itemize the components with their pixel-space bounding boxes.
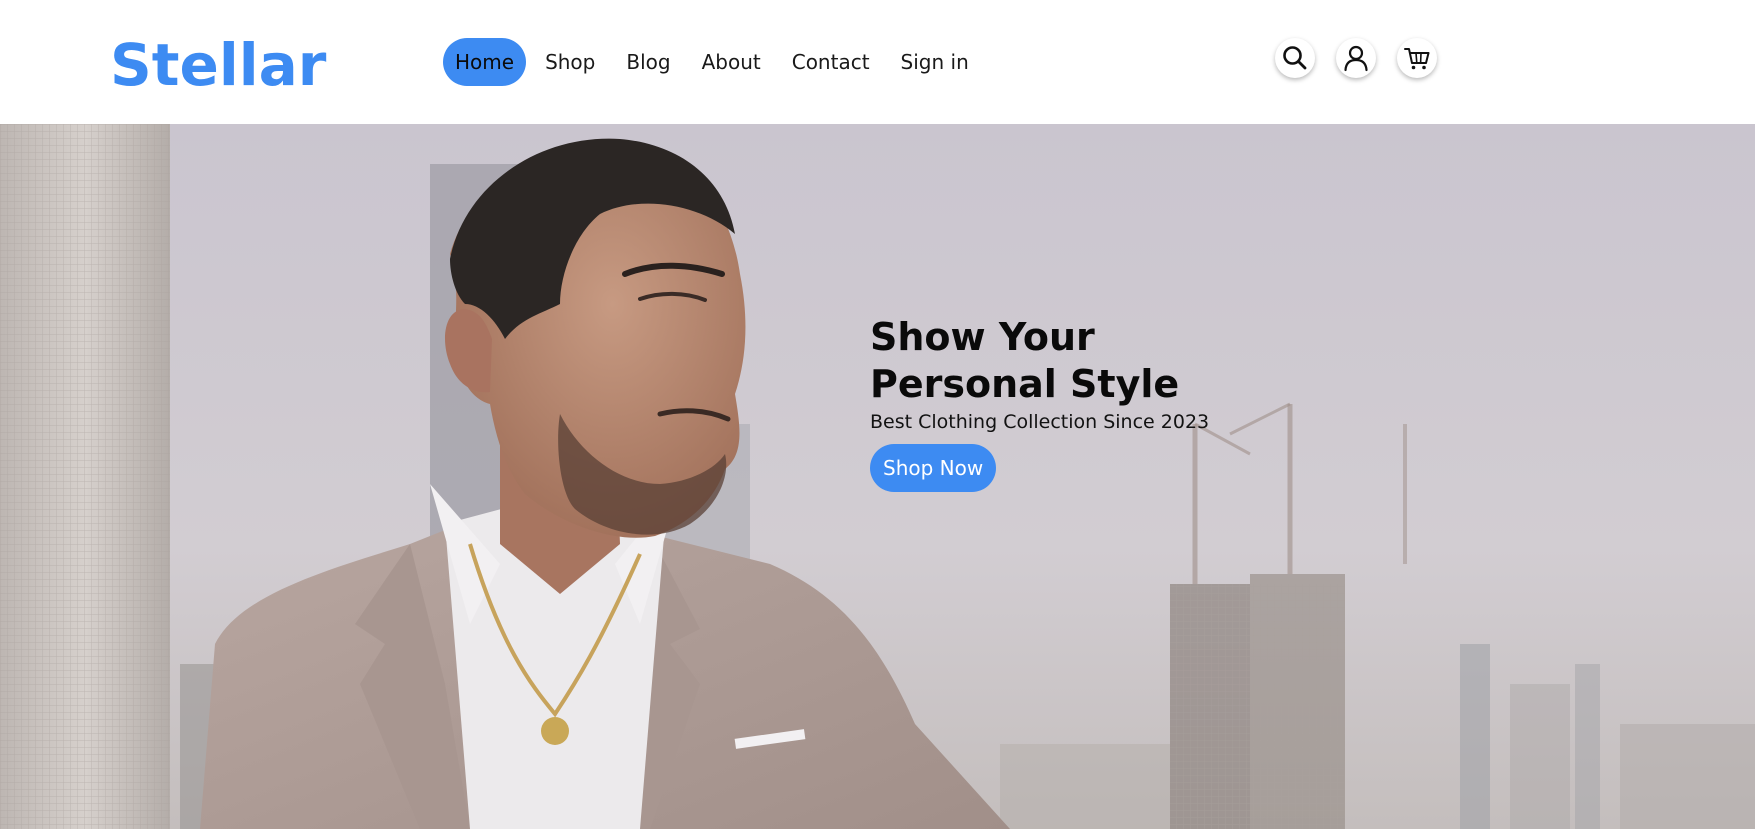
nav-item-home[interactable]: Home [443, 38, 527, 86]
hero-content: Show Your Personal Style Best Clothing C… [870, 314, 1230, 492]
nav-item-sign-in[interactable]: Sign in [889, 38, 981, 86]
search-icon [1283, 46, 1307, 70]
nav-item-about[interactable]: About [690, 38, 773, 86]
cart-button[interactable] [1397, 38, 1437, 78]
nav-item-blog[interactable]: Blog [614, 38, 682, 86]
hero-title-line-2: Personal Style [870, 362, 1180, 406]
site-header: Stellar Home Shop Blog About Contact Sig… [0, 0, 1755, 124]
header-actions [1275, 38, 1458, 78]
main-nav: Home Shop Blog About Contact Sign in [443, 38, 988, 86]
hero-title-line-1: Show Your [870, 315, 1095, 359]
brand-logo[interactable]: Stellar [110, 36, 326, 94]
account-button[interactable] [1336, 38, 1376, 78]
hero-subtitle: Best Clothing Collection Since 2023 [870, 411, 1210, 433]
hero-title: Show Your Personal Style [870, 314, 1230, 408]
search-button[interactable] [1275, 38, 1315, 78]
shop-now-button[interactable]: Shop Now [870, 444, 997, 492]
nav-item-shop[interactable]: Shop [533, 38, 607, 86]
user-icon [1344, 45, 1368, 72]
cart-icon [1404, 48, 1430, 70]
hero-banner: Show Your Personal Style Best Clothing C… [0, 124, 1755, 829]
nav-item-contact[interactable]: Contact [780, 38, 882, 86]
